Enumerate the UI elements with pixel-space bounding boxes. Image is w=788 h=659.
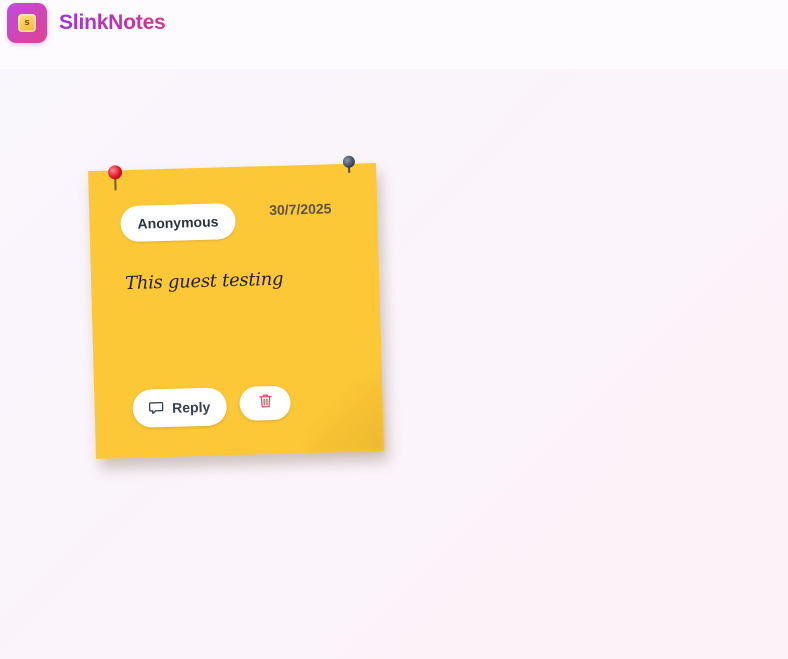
sticky-note-icon: s [18,14,36,32]
author-badge: Anonymous [120,202,236,243]
app-title[interactable]: SlinkNotes [59,11,166,35]
trash-icon [258,393,273,413]
dark-pushpin-icon [342,155,356,168]
note-message: This guest testing [124,268,284,295]
app-header: s SlinkNotes [0,0,788,69]
note-date: 30/7/2025 [268,200,332,219]
sticky-note: Anonymous 30/7/2025 This guest testing R… [88,155,384,459]
delete-button[interactable] [239,385,292,421]
reply-label: Reply [171,398,211,416]
pin-needle [114,178,117,191]
reply-button[interactable]: Reply [132,387,228,428]
red-pushpin-icon [107,165,123,180]
chat-bubble-icon [149,400,164,417]
note-fold-shadow [301,375,384,454]
app-logo[interactable]: s [7,3,47,43]
